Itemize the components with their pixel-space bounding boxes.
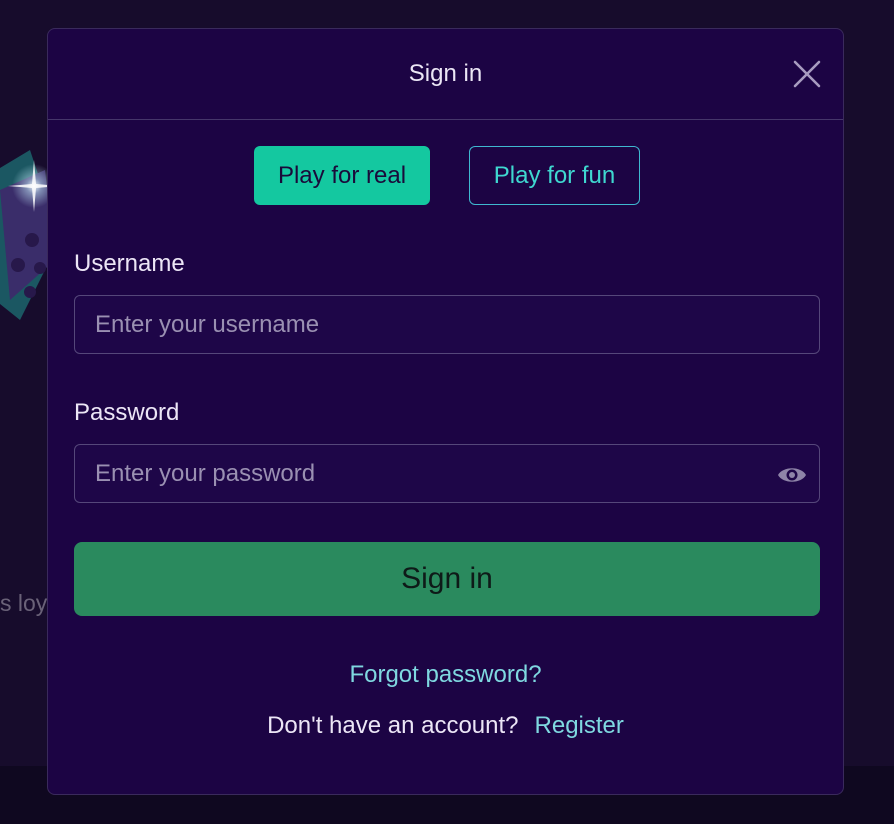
register-row: Don't have an account? Register bbox=[48, 712, 843, 740]
play-for-real-button[interactable]: Play for real bbox=[254, 146, 430, 205]
password-label: Password bbox=[74, 399, 180, 426]
forgot-password-row: Forgot password? bbox=[48, 661, 843, 689]
no-account-text: Don't have an account? bbox=[267, 712, 519, 739]
modal-title: Sign in bbox=[408, 60, 483, 87]
password-input[interactable] bbox=[74, 444, 820, 503]
register-link[interactable]: Register bbox=[535, 712, 624, 739]
play-for-fun-button[interactable]: Play for fun bbox=[469, 146, 640, 205]
eye-icon[interactable] bbox=[777, 463, 807, 487]
username-input[interactable] bbox=[74, 295, 820, 354]
sign-in-button[interactable]: Sign in bbox=[74, 542, 820, 616]
modal-header: Sign in bbox=[48, 29, 843, 120]
username-label: Username bbox=[74, 250, 185, 277]
close-icon[interactable] bbox=[790, 57, 824, 91]
sign-in-modal: Sign in Play for real Play for fun Usern… bbox=[47, 28, 844, 795]
forgot-password-link[interactable]: Forgot password? bbox=[349, 661, 541, 688]
background-partial-text: s loy bbox=[0, 590, 48, 616]
